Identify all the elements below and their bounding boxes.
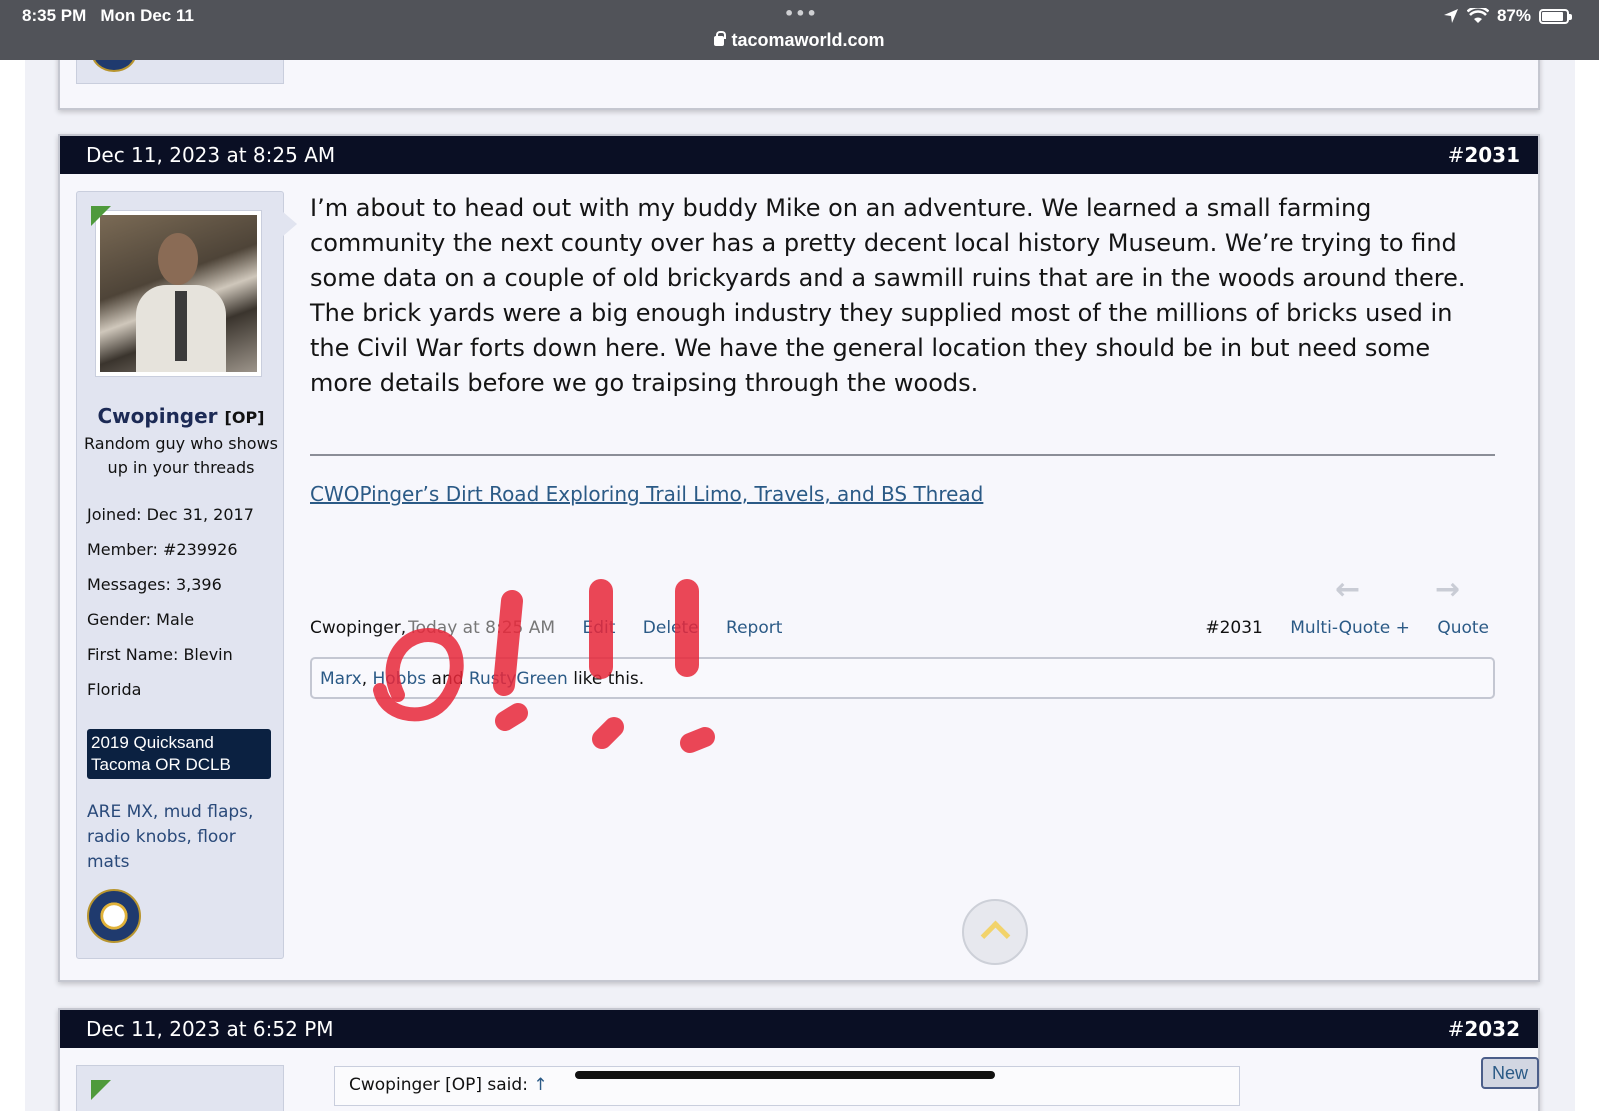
url-text: tacomaworld.com: [731, 30, 885, 50]
post-content: I’m about to head out with my buddy Mike…: [310, 191, 1495, 965]
more-dots-icon[interactable]: •••: [784, 4, 818, 23]
ios-status-bar: 8:35 PM Mon Dec 11 ••• tacomaworld.com 8…: [0, 0, 1599, 60]
post-ref[interactable]: #2031: [1205, 618, 1263, 638]
coast-guard-seal-icon: [87, 889, 141, 943]
status-time: 8:35 PM Mon Dec 11: [22, 6, 194, 25]
quote-jump-icon[interactable]: ↑: [533, 1075, 547, 1095]
post-date: Dec 11, 2023 at 8:25 AM: [86, 143, 336, 167]
fact-first-name: First Name: Blevin: [87, 645, 233, 664]
post-message: I’m about to head out with my buddy Mike…: [310, 194, 1466, 397]
lock-icon: [714, 31, 727, 46]
home-indicator[interactable]: [575, 1071, 995, 1079]
vehicle-mods: ARE MX, mud flaps, radio knobs, floor ma…: [87, 802, 254, 872]
quote-author: Cwopinger [OP] said:: [349, 1075, 528, 1095]
fact-member: Member: #239926: [87, 540, 238, 559]
post-number-link[interactable]: #2031: [1448, 143, 1520, 167]
fact-location: Florida: [87, 680, 142, 699]
wifi-icon: [1466, 8, 1489, 23]
op-badge: [OP]: [224, 408, 265, 427]
user-title: Random guy who shows up in your threads: [84, 434, 278, 477]
user-panel: Cwopinger [OP] Random guy who shows up i…: [76, 191, 297, 959]
handwritten-annotation: [373, 579, 715, 753]
vehicle-badge[interactable]: 2019 Quicksand Tacoma OR DCLB: [87, 729, 271, 779]
scroll-to-top-button[interactable]: [962, 899, 1028, 965]
fact-joined: Joined: Dec 31, 2017: [87, 505, 254, 524]
post-navigation: ← →: [1335, 572, 1495, 608]
battery-percent: 87%: [1496, 6, 1531, 25]
signature-link[interactable]: CWOPinger’s Dirt Road Exploring Trail Li…: [310, 482, 983, 506]
user-panel: [76, 1065, 284, 1111]
quote-button[interactable]: Quote: [1437, 618, 1489, 638]
arrow-left-icon[interactable]: ←: [1335, 572, 1360, 607]
new-posts-button[interactable]: New: [1481, 1057, 1539, 1089]
multi-quote-button[interactable]: Multi-Quote +: [1290, 618, 1410, 638]
user-facts: Joined: Dec 31, 2017 Member: #239926 Mes…: [87, 505, 254, 715]
post-date: Dec 11, 2023 at 6:52 PM: [86, 1017, 334, 1041]
avatar[interactable]: [95, 210, 262, 377]
avatar-photo: [100, 215, 257, 372]
online-badge-icon: [91, 206, 111, 226]
username[interactable]: Cwopinger [OP]: [77, 404, 285, 428]
fact-gender: Gender: Male: [87, 610, 195, 629]
status-indicators: 87%: [1443, 6, 1572, 26]
location-arrow-icon: [1443, 9, 1458, 23]
post-2031: Dec 11, 2023 at 8:25 AM #2031 Cwopinger …: [58, 134, 1540, 982]
online-badge-icon: [91, 1080, 111, 1100]
post-number-link[interactable]: #2032: [1448, 1017, 1520, 1041]
post-header: Dec 11, 2023 at 6:52 PM #2032: [60, 1010, 1538, 1048]
post-2032: Dec 11, 2023 at 6:52 PM #2032 Cwopinger …: [58, 1008, 1540, 1111]
fact-messages: Messages: 3,396: [87, 575, 222, 594]
post-header: Dec 11, 2023 at 8:25 AM #2031: [60, 136, 1538, 174]
signature-divider: [310, 454, 1495, 456]
arrow-right-icon[interactable]: →: [1435, 572, 1460, 607]
battery-icon: [1539, 8, 1572, 24]
address-bar[interactable]: tacomaworld.com: [0, 30, 1599, 51]
